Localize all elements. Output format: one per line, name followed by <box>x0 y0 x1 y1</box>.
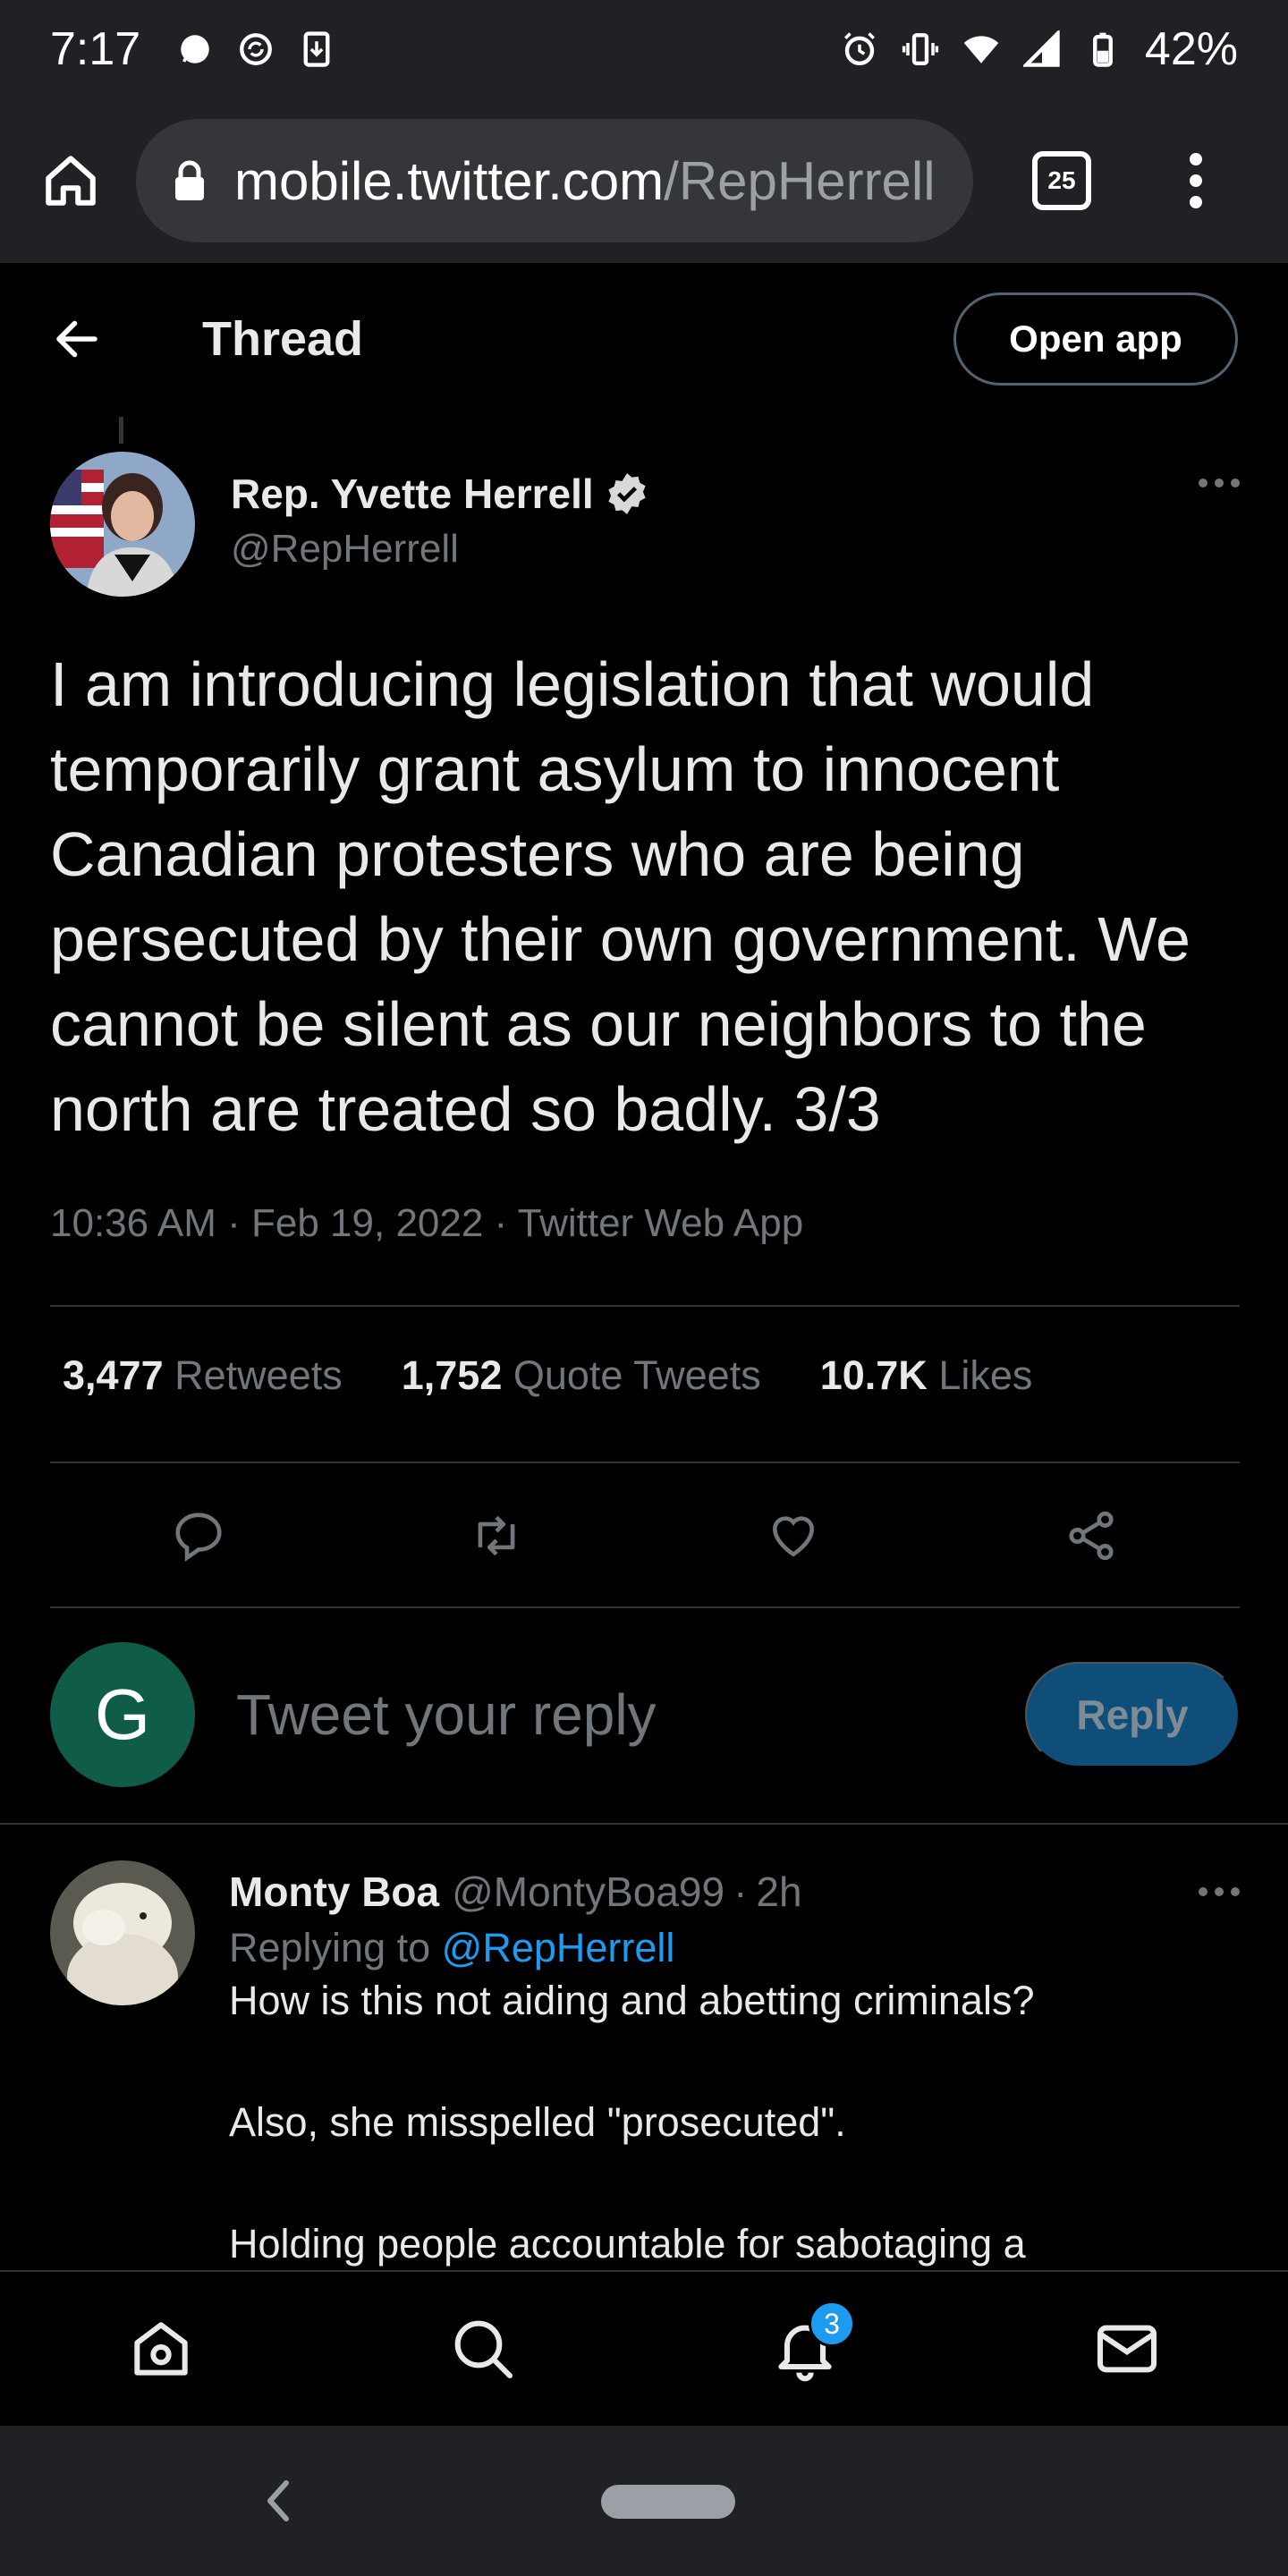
thread-connector-line <box>119 417 123 444</box>
tweet-more-options-icon[interactable] <box>1199 479 1240 600</box>
browser-menu-button[interactable] <box>1190 153 1202 208</box>
alarm-icon <box>843 32 875 65</box>
share-icon[interactable] <box>1063 1508 1119 1563</box>
replying-to: Replying to @RepHerrell <box>229 1925 675 1970</box>
page-title: Thread <box>202 312 364 366</box>
tweet-text: I am introducing legislation that would … <box>50 649 1191 1144</box>
search-icon[interactable] <box>447 2313 519 2385</box>
retweet-icon[interactable] <box>469 1508 524 1563</box>
system-navigation-bar <box>0 2426 1288 2576</box>
author-handle[interactable]: @RepHerrell <box>231 527 649 572</box>
browser-toolbar: mobile.twitter.com/RepHerrell 25 <box>0 98 1288 263</box>
reply-composer: G Tweet your reply Reply <box>50 1642 1240 1787</box>
download-icon <box>303 31 330 67</box>
open-app-button[interactable]: Open app <box>953 292 1238 386</box>
replying-to-link[interactable]: @RepHerrell <box>442 1925 675 1970</box>
vibrate-icon <box>902 33 939 65</box>
tweet-actions <box>50 1478 1240 1594</box>
status-bar: 7:17 42% <box>0 0 1288 98</box>
reply-time[interactable]: 2h <box>756 1868 801 1916</box>
system-home-pill[interactable] <box>601 2485 735 2519</box>
divider <box>50 1462 1240 1463</box>
cell-signal-icon <box>1022 30 1060 67</box>
reply-author-avatar[interactable] <box>50 1860 195 2005</box>
messages-icon[interactable] <box>1091 2313 1163 2385</box>
home-button-icon[interactable] <box>41 151 100 210</box>
signal-app-icon <box>181 35 209 64</box>
reply-text-line: Also, she misspelled "prosecuted". <box>229 2099 846 2145</box>
reply-input[interactable]: Tweet your reply <box>236 1682 657 1748</box>
tab-count: 25 <box>1047 166 1076 194</box>
reply-button[interactable]: Reply <box>1025 1662 1240 1767</box>
reply-text-line: Holding people accountable for sabotagin… <box>229 2221 1026 2267</box>
reply-author-name[interactable]: Monty Boa <box>229 1868 439 1916</box>
thread-header: Thread Open app <box>0 263 1288 415</box>
likes-stat[interactable]: 10.7K Likes <box>820 1352 1033 1399</box>
divider <box>0 1823 1288 1825</box>
reply-more-options-icon[interactable] <box>1199 1887 1240 1896</box>
author-name[interactable]: Rep. Yvette Herrell <box>231 470 594 518</box>
tweet-author-row: Rep. Yvette Herrell @RepHerrell <box>50 452 1240 600</box>
status-notification-icons <box>176 30 335 68</box>
author-avatar[interactable] <box>50 452 195 597</box>
verified-badge-icon <box>608 473 646 514</box>
status-system-icons: 42% <box>841 22 1238 76</box>
notification-badge: 3 <box>809 2301 855 2347</box>
reply-icon[interactable] <box>171 1508 226 1563</box>
lock-icon <box>175 160 204 200</box>
system-back-icon[interactable] <box>261 2476 297 2526</box>
home-icon[interactable] <box>125 2313 197 2385</box>
reply-author-handle[interactable]: @MontyBoa99 <box>452 1868 724 1916</box>
back-arrow-icon[interactable] <box>50 312 104 366</box>
wifi-icon <box>963 36 999 64</box>
user-avatar[interactable]: G <box>50 1642 195 1787</box>
url-path: /RepHerrell <box>664 150 936 211</box>
url-domain: mobile.twitter.com <box>234 150 665 211</box>
reply-text-line: How is this not aiding and abetting crim… <box>229 1978 1035 2023</box>
bottom-navigation: 3 <box>0 2270 1288 2426</box>
address-bar[interactable]: mobile.twitter.com/RepHerrell <box>136 119 973 242</box>
status-time: 7:17 <box>50 23 141 75</box>
tab-switcher-button[interactable]: 25 <box>1032 151 1091 210</box>
notifications-tab[interactable]: 3 <box>769 2301 855 2385</box>
divider <box>50 1305 1240 1307</box>
tweet-stats: 3,477 Retweets 1,752 Quote Tweets 10.7K … <box>63 1352 1032 1399</box>
quote-tweets-stat[interactable]: 1,752 Quote Tweets <box>402 1352 761 1399</box>
sync-icon <box>240 33 273 65</box>
divider <box>50 1606 1240 1608</box>
battery-icon <box>1092 32 1113 67</box>
tweet-timestamp[interactable]: 10:36 AM · Feb 19, 2022 · Twitter Web Ap… <box>50 1201 803 1246</box>
reply-tweet[interactable]: Monty Boa @MontyBoa99 · 2h Replying to @… <box>50 1860 1240 2272</box>
like-icon[interactable] <box>766 1508 821 1563</box>
retweets-stat[interactable]: 3,477 Retweets <box>63 1352 343 1399</box>
reply-separator: · <box>733 1868 748 1915</box>
battery-percent: 42% <box>1144 23 1238 75</box>
